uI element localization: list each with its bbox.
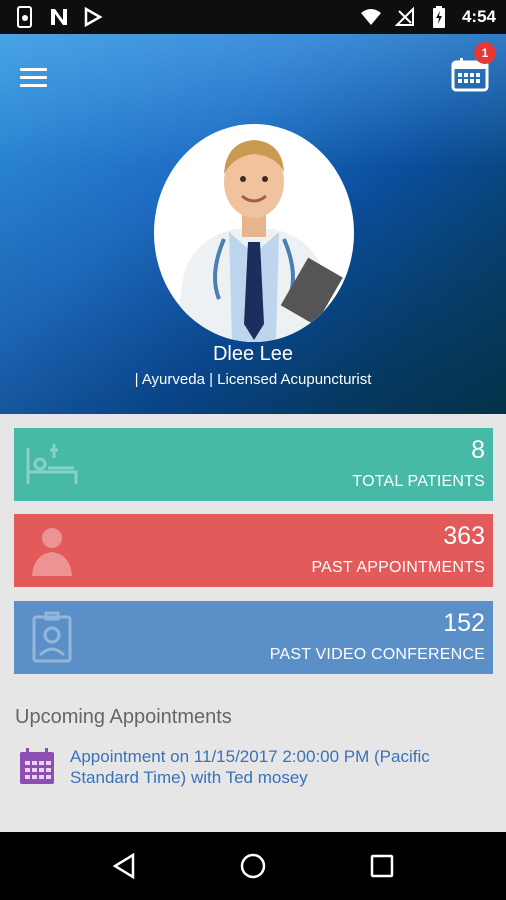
past-video-conference-value: 152 — [443, 609, 485, 637]
patient-bed-icon — [26, 444, 78, 484]
hamburger-icon — [20, 67, 47, 71]
past-appointments-card[interactable]: 363 PAST APPOINTMENTS — [14, 514, 493, 587]
calendar-icon — [20, 748, 54, 784]
doctor-icon — [32, 528, 72, 576]
calendar-notification-button[interactable]: 1 — [450, 42, 496, 94]
profile-name: Dlee Lee — [212, 343, 294, 365]
phone-settings-icon — [14, 6, 36, 28]
appointment-list-item[interactable]: Appointment on 11/15/2017 2:00:00 PM (Pa… — [18, 746, 488, 796]
past-video-conference-card[interactable]: 152 PAST VIDEO CONFERENCE — [14, 601, 493, 674]
recents-icon — [370, 854, 393, 878]
status-bar: 4:54 — [0, 0, 506, 34]
total-patients-card[interactable]: 8 TOTAL PATIENTS — [14, 428, 493, 501]
total-patients-label: TOTAL PATIENTS — [352, 473, 485, 490]
total-patients-value: 8 — [471, 436, 485, 464]
battery-charging-icon — [428, 6, 450, 28]
notification-badge: 1 — [474, 42, 496, 64]
status-time: 4:54 — [461, 7, 496, 26]
id-badge-icon — [32, 611, 72, 663]
past-video-conference-label: PAST VIDEO CONFERENCE — [269, 646, 485, 663]
avatar — [154, 124, 354, 342]
upcoming-appointments-title: Upcoming Appointments — [15, 706, 232, 728]
home-button[interactable] — [233, 846, 273, 886]
appointment-text: Appointment on 11/15/2017 2:00:00 PM (Pa… — [70, 747, 430, 787]
hamburger-menu-button[interactable] — [20, 62, 58, 92]
back-button[interactable] — [104, 846, 144, 886]
recents-button[interactable] — [362, 846, 402, 886]
past-appointments-label: PAST APPOINTMENTS — [311, 559, 485, 576]
no-signal-icon — [394, 6, 416, 28]
n-app-icon — [48, 6, 70, 28]
play-store-icon — [82, 6, 104, 28]
back-icon — [112, 852, 135, 880]
home-icon — [240, 853, 266, 879]
system-nav-bar — [0, 832, 506, 900]
past-appointments-value: 363 — [443, 522, 485, 550]
wifi-icon — [360, 6, 382, 28]
profile-specialties: | Ayurveda | Licensed Acupuncturist — [134, 371, 372, 388]
profile-header: 1 Dlee Lee | Ayurveda | Licensed Acupunc… — [0, 34, 506, 414]
